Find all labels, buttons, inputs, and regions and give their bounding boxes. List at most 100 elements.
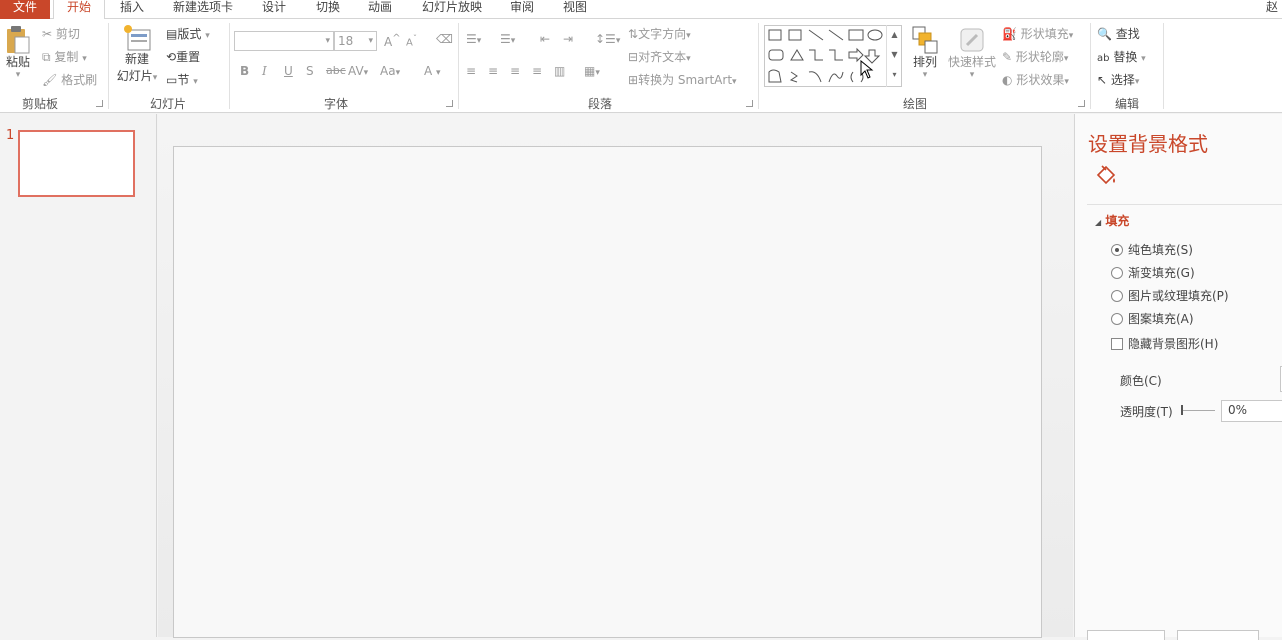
- tab-design[interactable]: 设计: [262, 0, 286, 19]
- fill-section-header[interactable]: ◢ 填充: [1095, 212, 1129, 229]
- grow-font-button[interactable]: A^: [384, 33, 401, 49]
- shape-effects-label: 形状效果: [1016, 73, 1065, 87]
- line-spacing-button[interactable]: ↕☰▾: [595, 32, 620, 46]
- align-text-button[interactable]: ⊟对齐文本▾: [628, 48, 691, 65]
- arrange-button[interactable]: 排列 ▾: [910, 25, 940, 80]
- text-direction-icon: ⇅: [628, 27, 639, 41]
- drawing-launcher-icon[interactable]: [1078, 100, 1085, 107]
- transparency-label: 透明度(T): [1120, 405, 1173, 419]
- tab-slideshow[interactable]: 幻灯片放映: [422, 0, 482, 19]
- underline-button[interactable]: U: [284, 64, 293, 78]
- tab-insert[interactable]: 插入: [120, 0, 144, 19]
- chevron-down-icon: ▾: [82, 54, 87, 64]
- tab-view[interactable]: 视图: [563, 0, 587, 19]
- solid-fill-radio[interactable]: 纯色填充(S): [1111, 241, 1193, 258]
- format-painter-button[interactable]: 🖌 格式刷: [42, 71, 97, 88]
- scissors-icon: ✂: [42, 27, 53, 41]
- layout-button[interactable]: ▤版式 ▾: [166, 25, 210, 42]
- shape-effects-button[interactable]: ◐ 形状效果▾: [1002, 71, 1069, 88]
- transparency-slider-thumb[interactable]: [1181, 405, 1183, 415]
- smartart-button[interactable]: ⊞转换为 SmartArt▾: [628, 71, 737, 88]
- transparency-value: 0%: [1228, 403, 1248, 417]
- align-right-icon[interactable]: ≡: [510, 64, 520, 78]
- align-left-icon[interactable]: ≡: [466, 64, 476, 78]
- tab-animations[interactable]: 动画: [368, 0, 392, 19]
- group-separator: [458, 23, 459, 109]
- fill-tab-icon[interactable]: [1093, 162, 1119, 191]
- change-case-label: Aa: [380, 64, 396, 78]
- font-size-input[interactable]: 18 ▾: [334, 31, 377, 51]
- shapes-gallery-scroll[interactable]: ▲ ▼ ▾: [886, 25, 902, 87]
- quick-styles-label: 快速样式: [947, 55, 996, 69]
- shrink-font-button[interactable]: Aˇ: [406, 33, 417, 48]
- shapes-gallery[interactable]: [764, 25, 902, 87]
- cursor-arrow-icon: ↖: [1097, 73, 1108, 87]
- solid-fill-label: 纯色填充(S): [1128, 243, 1193, 257]
- pane-divider: [1087, 204, 1282, 205]
- numbering-button[interactable]: ☰▾: [500, 32, 515, 46]
- columns-button[interactable]: ▦▾: [584, 64, 600, 78]
- shape-outline-button[interactable]: ✎ 形状轮廓▾: [1002, 48, 1068, 65]
- transparency-input[interactable]: 0%: [1221, 400, 1282, 422]
- replace-icon: ab: [1097, 53, 1110, 64]
- text-direction-button[interactable]: ⇅文字方向▾: [628, 25, 691, 42]
- distributed-icon[interactable]: ▥: [554, 64, 565, 78]
- paragraph-launcher-icon[interactable]: [746, 100, 753, 107]
- clipboard-launcher-icon[interactable]: [96, 100, 103, 107]
- replace-button[interactable]: ab 替换 ▾: [1097, 48, 1146, 65]
- quick-styles-button[interactable]: 快速样式 ▾: [946, 25, 998, 80]
- slide-canvas[interactable]: [173, 146, 1042, 638]
- justify-icon[interactable]: ≡: [532, 64, 542, 78]
- tab-home[interactable]: 开始: [53, 0, 105, 20]
- align-center-icon[interactable]: ≡: [488, 64, 498, 78]
- change-case-button[interactable]: Aa▾: [380, 64, 400, 78]
- quick-styles-icon: [960, 28, 984, 52]
- copy-button[interactable]: ⧉ 复制 ▾: [42, 48, 87, 65]
- group-label-clipboard: 剪贴板: [22, 97, 59, 111]
- shapes-gallery-icons: [768, 29, 883, 83]
- gradient-fill-radio[interactable]: 渐变填充(G): [1111, 264, 1195, 281]
- user-name[interactable]: 赵: [1266, 0, 1278, 19]
- tab-transitions[interactable]: 切换: [316, 0, 340, 19]
- find-label: 查找: [1115, 27, 1140, 41]
- transparency-slider-track[interactable]: [1181, 410, 1215, 411]
- slide-thumbnail[interactable]: [18, 130, 135, 197]
- italic-button[interactable]: I: [262, 64, 267, 78]
- decrease-indent-icon[interactable]: ⇤: [540, 32, 550, 46]
- shape-fill-button[interactable]: ⛽ 形状填充▾: [1002, 25, 1073, 42]
- new-slide-button[interactable]: 新建 幻灯片▾: [115, 24, 159, 84]
- paste-button[interactable]: 粘贴 ▾: [4, 25, 32, 80]
- bold-button[interactable]: B: [240, 64, 249, 78]
- cut-button[interactable]: ✂ 剪切: [42, 25, 80, 42]
- shadow-button[interactable]: S: [306, 64, 314, 78]
- mouse-cursor-icon: [860, 59, 876, 80]
- find-button[interactable]: 🔍 查找: [1097, 25, 1140, 42]
- slide-editor: [158, 114, 1073, 638]
- section-button[interactable]: ▭节 ▾: [166, 71, 198, 88]
- font-color-button[interactable]: A ▾: [424, 64, 441, 78]
- font-name-input[interactable]: ▾: [234, 31, 334, 51]
- clipboard-icon: [7, 26, 30, 54]
- strikethrough-button[interactable]: abc: [326, 64, 346, 77]
- reset-background-button[interactable]: [1177, 630, 1259, 640]
- tab-file[interactable]: 文件: [0, 0, 50, 19]
- pattern-fill-label: 图案填充(A): [1128, 312, 1194, 326]
- align-text-icon: ⊟: [628, 50, 639, 64]
- picture-fill-radio[interactable]: 图片或纹理填充(P): [1111, 287, 1229, 304]
- tab-new-tab[interactable]: 新建选项卡: [173, 0, 233, 19]
- apply-to-all-button[interactable]: [1087, 630, 1165, 640]
- clear-format-icon[interactable]: ⌫: [436, 32, 453, 46]
- char-spacing-button[interactable]: AV▾: [348, 64, 368, 78]
- group-separator: [1090, 23, 1091, 109]
- reset-button[interactable]: ⟲重置: [166, 48, 200, 65]
- char-spacing-label: AV: [348, 64, 364, 78]
- tab-review[interactable]: 审阅: [510, 0, 534, 19]
- pattern-fill-radio[interactable]: 图案填充(A): [1111, 310, 1194, 327]
- hide-background-checkbox[interactable]: 隐藏背景图形(H): [1111, 335, 1218, 352]
- collapse-triangle-icon: ◢: [1095, 218, 1102, 227]
- increase-indent-icon[interactable]: ⇥: [563, 32, 573, 46]
- bullets-button[interactable]: ☰▾: [466, 32, 481, 46]
- font-launcher-icon[interactable]: [446, 100, 453, 107]
- select-button[interactable]: ↖ 选择▾: [1097, 71, 1139, 88]
- radio-icon: [1111, 267, 1123, 279]
